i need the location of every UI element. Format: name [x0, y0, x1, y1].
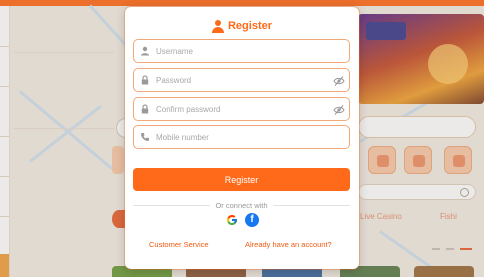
- confirm-password-input[interactable]: [156, 99, 326, 119]
- user-icon: [134, 40, 156, 62]
- lock-icon: [134, 69, 156, 91]
- login-link[interactable]: Already have an account?: [245, 240, 332, 249]
- social-divider: Or connect with: [133, 200, 351, 210]
- modal-title: Register: [227, 20, 273, 32]
- user-icon: [211, 19, 224, 33]
- register-button[interactable]: Register: [133, 168, 350, 191]
- password-input[interactable]: [156, 70, 326, 90]
- or-connect-label: Or connect with: [215, 200, 268, 210]
- divider-line: [133, 204, 211, 206]
- username-input[interactable]: [156, 41, 326, 61]
- modal-header: Register: [125, 17, 359, 35]
- eye-off-icon[interactable]: [333, 103, 345, 115]
- facebook-icon[interactable]: f: [245, 213, 259, 227]
- divider-line: [272, 204, 351, 206]
- mobile-field[interactable]: [133, 125, 350, 149]
- google-icon[interactable]: [225, 213, 239, 227]
- phone-icon: [134, 126, 156, 148]
- customer-service-link[interactable]: Customer Service: [149, 240, 209, 249]
- username-field[interactable]: [133, 39, 350, 63]
- register-modal: Register Register O: [125, 7, 359, 269]
- social-login-row: f: [125, 213, 359, 227]
- eye-off-icon[interactable]: [333, 74, 345, 86]
- password-field[interactable]: [133, 68, 350, 92]
- mobile-input[interactable]: [156, 127, 326, 147]
- lock-icon: [134, 98, 156, 120]
- confirm-password-field[interactable]: [133, 97, 350, 121]
